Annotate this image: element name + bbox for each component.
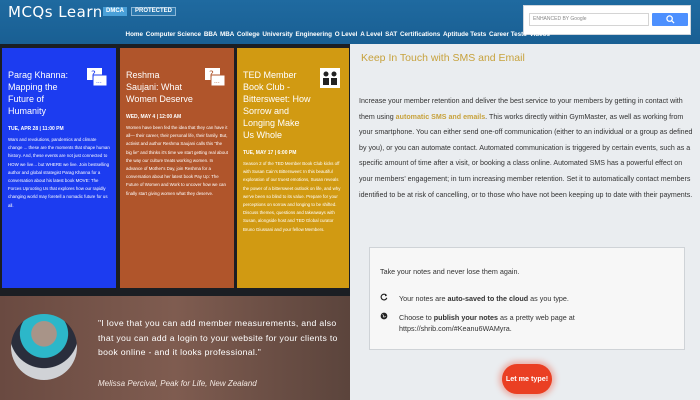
globe-icon: [380, 312, 388, 320]
event-card[interactable]: TED Member Book Club - Bittersweet: How …: [237, 48, 349, 288]
svg-text:...: ...: [96, 78, 102, 85]
note-text: Your notes are: [399, 294, 448, 303]
nav-item[interactable]: Home: [126, 31, 144, 38]
event-description: Women have been fed the idea that they c…: [126, 125, 228, 196]
nav-item[interactable]: MBA: [220, 31, 234, 38]
site-header: MCQs Learn DMCA PROTECTED ENHANCED BY Go…: [0, 0, 700, 44]
search-input[interactable]: ENHANCED BY Google: [529, 13, 649, 26]
nav-item[interactable]: Videos: [529, 31, 550, 38]
refresh-icon: [380, 293, 388, 301]
let-me-type-button[interactable]: Let me type!: [502, 364, 552, 394]
paragraph-highlight: automatic SMS and emails: [395, 112, 486, 121]
paragraph-text: . This works directly within GymMaster, …: [359, 112, 693, 199]
event-description: Season 2 of the TED Member Book Club kic…: [243, 161, 341, 232]
notes-box: Take your notes and never lose them agai…: [369, 247, 685, 350]
nav-item[interactable]: University: [262, 31, 292, 38]
note-text: as you type.: [528, 294, 569, 303]
nav-item[interactable]: BBA: [204, 31, 217, 38]
nav-item[interactable]: College: [237, 31, 260, 38]
site-logo[interactable]: MCQs Learn: [8, 3, 103, 21]
event-card[interactable]: ? ... Reshma Saujani: What Women Deserve…: [120, 48, 234, 288]
nav-item[interactable]: Certifications: [400, 31, 440, 38]
nav-item[interactable]: A Level: [360, 31, 382, 38]
event-card[interactable]: ? ... Parag Khanna: Mapping the Future o…: [2, 48, 116, 288]
event-title: Reshma Saujani: What Women Deserve: [126, 70, 193, 104]
search-button[interactable]: [652, 13, 688, 26]
testimonial: "I love that you can add member measurem…: [0, 296, 350, 400]
content-panel: Keep In Touch with SMS and Email Increas…: [350, 44, 700, 400]
notes-heading: Take your notes and never lose them agai…: [380, 267, 520, 276]
protected-badge[interactable]: PROTECTED: [131, 7, 177, 16]
note-bold: publish your notes: [433, 313, 499, 322]
nav-item[interactable]: SAT: [385, 31, 397, 38]
section-title: Keep In Touch with SMS and Email: [361, 52, 525, 64]
dmca-badge[interactable]: DMCA: [103, 7, 127, 16]
nav-item[interactable]: Career Tests: [489, 31, 527, 38]
svg-text:...: ...: [214, 78, 220, 85]
main-nav: Home Computer Science BBA MBA College Un…: [0, 31, 700, 38]
testimonial-attribution: Melissa Percival, Peak for Life, New Zea…: [98, 379, 257, 388]
chat-question-icon: ? ...: [205, 68, 226, 87]
event-title: TED Member Book Club - Bittersweet: How …: [243, 70, 311, 140]
testimonial-quote: "I love that you can add member measurem…: [98, 318, 338, 357]
nav-item[interactable]: Aptitude Tests: [443, 31, 486, 38]
section-paragraph: Increase your member retention and deliv…: [359, 94, 697, 203]
avatar: [11, 314, 77, 380]
event-description: Wars and revolutions, pandemics and clim…: [8, 137, 110, 208]
nav-item[interactable]: Engineering: [296, 31, 332, 38]
nav-item[interactable]: O Level: [335, 31, 358, 38]
search-icon: [666, 15, 675, 24]
events-panel: ? ... Parag Khanna: Mapping the Future o…: [0, 44, 350, 400]
nav-item[interactable]: Computer Science: [146, 31, 201, 38]
note-text: Choose to: [399, 313, 434, 322]
event-date: TUE, APR 28 | 11:00 PM: [8, 126, 64, 132]
note-bold: auto-saved to the cloud: [447, 294, 529, 303]
event-date: TUE, MAY 17 | 6:00 PM: [243, 150, 297, 156]
book-club-icon: [320, 68, 340, 88]
event-date: WED, MAY 4 | 12:00 AM: [126, 114, 182, 120]
event-title: Parag Khanna: Mapping the Future of Huma…: [8, 70, 69, 116]
chat-question-icon: ? ...: [87, 68, 108, 87]
